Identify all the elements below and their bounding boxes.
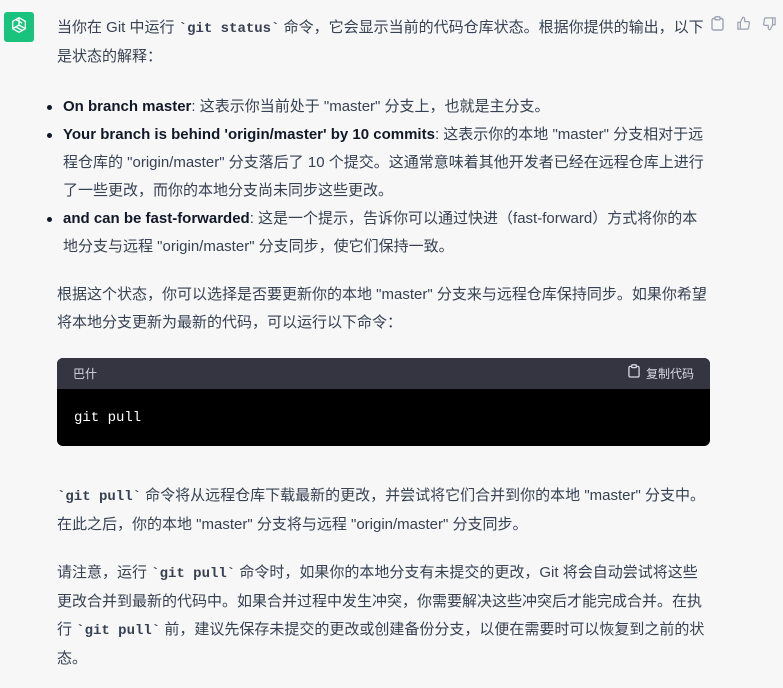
code-language-label: 巴什 (73, 366, 98, 381)
openai-logo-icon (9, 15, 29, 40)
message-actions (709, 14, 777, 32)
copy-code-label: 复制代码 (645, 366, 694, 381)
inline-code: `git pull` (151, 566, 236, 582)
code-block-header: 巴什 复制代码 (57, 358, 710, 389)
inline-code: `git status` (178, 21, 280, 37)
list-item: and can be fast-forwarded: 这是一个提示，告诉你可以通… (47, 205, 707, 261)
assistant-avatar (4, 12, 34, 42)
intro-paragraph: 当你在 Git 中运行 `git status` 命令，它会显示当前的代码仓库状… (57, 19, 704, 65)
inline-code: `git pull` (57, 489, 142, 505)
code-block: 巴什 复制代码 git pull (57, 358, 710, 446)
inline-code: `git pull` (76, 623, 161, 639)
list-item: On branch master: 这表示你当前处于 "master" 分支上，… (47, 93, 707, 121)
code-content: git pull (57, 389, 710, 446)
clipboard-icon[interactable] (709, 14, 725, 32)
code-text: git pull (74, 409, 142, 426)
warning-paragraph: 请注意，运行 `git pull` 命令时，如果你的本地分支有未提交的更改，Gi… (57, 564, 705, 667)
copy-code-button[interactable]: 复制代码 (628, 360, 694, 388)
clipboard-icon (628, 360, 640, 388)
status-explanation-list: On branch master: 这表示你当前处于 "master" 分支上，… (47, 93, 707, 261)
thumbs-down-icon[interactable] (761, 14, 777, 32)
recommendation-paragraph: 根据这个状态，你可以选择是否要更新你的本地 "master" 分支来与远程仓库保… (57, 286, 707, 331)
git-pull-explanation: `git pull` 命令将从远程仓库下载最新的更改，并尝试将它们合并到你的本地… (57, 487, 706, 533)
list-item: Your branch is behind 'origin/master' by… (47, 121, 707, 205)
assistant-message: 当你在 Git 中运行 `git status` 命令，它会显示当前的代码仓库状… (47, 14, 710, 673)
thumbs-up-icon[interactable] (735, 14, 751, 32)
